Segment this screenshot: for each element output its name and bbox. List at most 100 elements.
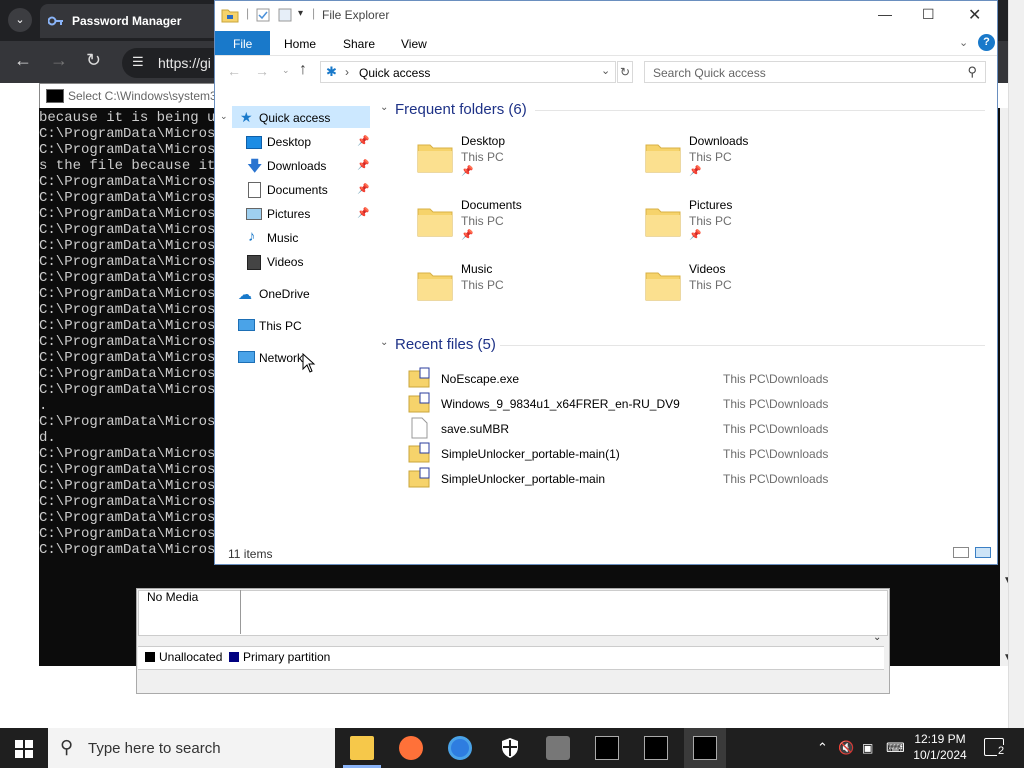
up-arrow-icon[interactable]: ↑ bbox=[299, 61, 307, 79]
new-folder-icon[interactable] bbox=[278, 8, 292, 22]
unallocated-swatch bbox=[145, 652, 155, 662]
search-icon[interactable]: ⚲ bbox=[967, 64, 977, 80]
cmd-icon bbox=[46, 89, 64, 103]
address-bar[interactable]: ✱ › Quick access ⌄ bbox=[320, 61, 616, 83]
sidebar-item-this-pc[interactable]: This PC bbox=[259, 319, 302, 333]
back-arrow-icon[interactable]: ← bbox=[14, 50, 32, 71]
clock[interactable]: 12:19 PM 10/1/2024 bbox=[910, 731, 970, 763]
recent-file-name: SimpleUnlocker_portable-main bbox=[441, 472, 606, 486]
sidebar-item-music[interactable]: Music bbox=[267, 231, 298, 245]
expand-chevron-icon[interactable]: ⌄ bbox=[220, 111, 228, 122]
forward-icon[interactable]: → bbox=[255, 63, 269, 79]
recent-file-name: SimpleUnlocker_portable-main(1) bbox=[441, 447, 620, 461]
back-icon[interactable]: ← bbox=[227, 63, 241, 79]
cmd-titlebar[interactable]: Select C:\Windows\system3 bbox=[39, 83, 221, 109]
properties-icon[interactable] bbox=[256, 8, 270, 22]
language-icon[interactable]: ⌨ bbox=[886, 740, 905, 756]
tab-view[interactable]: View bbox=[401, 37, 427, 51]
maximize-icon[interactable]: ☐ bbox=[922, 6, 935, 23]
sidebar-item-network[interactable]: Network bbox=[259, 351, 303, 365]
collapse-group-icon[interactable]: ⌄ bbox=[380, 102, 388, 113]
folder-name: Music bbox=[461, 262, 493, 276]
windows-start-icon[interactable] bbox=[15, 740, 33, 758]
address-dropdown-icon[interactable]: ⌄ bbox=[601, 64, 610, 77]
cmd-taskbar-icon[interactable] bbox=[693, 736, 717, 760]
sidebar-item-documents[interactable]: Documents bbox=[267, 183, 328, 197]
tab-home[interactable]: Home bbox=[284, 37, 316, 51]
site-settings-icon[interactable]: ☰ bbox=[132, 54, 144, 70]
sidebar-item-pictures[interactable]: Pictures bbox=[267, 207, 310, 221]
refresh-icon[interactable]: ↻ bbox=[617, 61, 633, 83]
large-icons-view-icon[interactable] bbox=[975, 547, 991, 558]
recent-file-path: This PC\Downloads bbox=[723, 422, 829, 436]
search-input[interactable]: Search Quick access ⚲ bbox=[644, 61, 986, 83]
recent-file-row[interactable]: SimpleUnlocker_portable-main This PC\Down… bbox=[402, 466, 982, 490]
file-explorer-taskbar-icon[interactable] bbox=[350, 736, 374, 760]
recent-file-name: save.suMBR bbox=[441, 422, 510, 436]
recent-file-path: This PC\Downloads bbox=[723, 372, 829, 386]
folder-tile[interactable]: Documents This PC 📌 bbox=[410, 197, 620, 251]
key-icon bbox=[48, 16, 63, 26]
security-shield-icon[interactable] bbox=[498, 736, 522, 760]
tab-file[interactable]: File bbox=[215, 31, 270, 55]
ribbon-tabs bbox=[215, 31, 997, 56]
forward-arrow-icon[interactable]: → bbox=[50, 50, 68, 71]
frequent-folders-header[interactable]: Frequent folders (6) bbox=[395, 101, 527, 118]
folder-icon bbox=[416, 201, 454, 239]
folder-name: Pictures bbox=[689, 198, 733, 212]
help-icon[interactable]: ? bbox=[978, 34, 995, 51]
reload-icon[interactable]: ↻ bbox=[86, 50, 101, 71]
folder-tile[interactable]: Downloads This PC 📌 bbox=[638, 133, 848, 187]
collapse-group-icon[interactable]: ⌄ bbox=[380, 337, 388, 348]
firefox-icon[interactable] bbox=[399, 736, 423, 760]
sidebar-item-desktop[interactable]: Desktop bbox=[267, 135, 311, 149]
close-icon[interactable]: ✕ bbox=[968, 5, 981, 25]
chrome-icon[interactable] bbox=[448, 736, 472, 760]
taskbar-search-box[interactable]: ⚲ Type here to search bbox=[48, 728, 335, 768]
primary-partition-swatch bbox=[229, 652, 239, 662]
search-icon: ⚲ bbox=[60, 737, 74, 757]
sidebar-item-videos[interactable]: Videos bbox=[267, 255, 303, 269]
cmd-taskbar-icon[interactable] bbox=[644, 736, 668, 760]
recent-file-row[interactable]: Windows_9_9834u1_x64FRER_en-RU_DV9 This P… bbox=[402, 391, 982, 415]
chevron-down-icon[interactable]: ⌄ bbox=[873, 632, 881, 643]
chevron-up-icon[interactable]: ⌃ bbox=[817, 740, 828, 756]
volume-muted-icon[interactable]: 🔇 bbox=[838, 740, 854, 756]
recent-file-name: NoEscape.exe bbox=[441, 372, 520, 386]
folder-tile[interactable]: Pictures This PC 📌 bbox=[638, 197, 848, 251]
details-view-icon[interactable] bbox=[953, 547, 969, 558]
breadcrumb-chevron-icon[interactable]: › bbox=[345, 65, 349, 79]
music-note-icon: ♪ bbox=[248, 228, 256, 245]
expand-ribbon-icon[interactable]: ⌄ bbox=[959, 36, 968, 49]
customize-toolbar-icon[interactable]: ▾ bbox=[298, 8, 303, 19]
archive-icon bbox=[408, 442, 430, 464]
computer-icon bbox=[238, 319, 255, 331]
browser-tab[interactable]: Password Manager bbox=[40, 4, 220, 38]
folder-tile[interactable]: Desktop This PC 📌 bbox=[410, 133, 620, 187]
window-title: File Explorer bbox=[322, 8, 390, 22]
disk-management-icon[interactable] bbox=[546, 736, 570, 760]
minimize-icon[interactable]: — bbox=[878, 6, 892, 22]
folder-icon bbox=[644, 137, 682, 175]
network-tray-icon[interactable]: ▣ bbox=[862, 741, 873, 755]
desktop-scrollbar[interactable] bbox=[1008, 0, 1024, 728]
star-icon: ★ bbox=[240, 109, 253, 125]
tab-share[interactable]: Share bbox=[343, 37, 375, 51]
pictures-icon bbox=[246, 208, 262, 220]
sidebar-item-onedrive[interactable]: OneDrive bbox=[259, 287, 310, 301]
tab-list-dropdown-icon[interactable]: ⌄ bbox=[8, 8, 32, 32]
sidebar-item-downloads[interactable]: Downloads bbox=[267, 159, 326, 173]
folder-location: This PC bbox=[689, 150, 732, 164]
sidebar-item-quick-access[interactable]: Quick access bbox=[259, 111, 330, 125]
notification-icon[interactable]: 2 bbox=[984, 738, 1006, 757]
folder-tile[interactable]: Music This PC bbox=[410, 261, 620, 315]
recent-files-header[interactable]: Recent files (5) bbox=[395, 336, 496, 353]
recent-locations-icon[interactable]: ⌄ bbox=[282, 65, 290, 76]
folder-location: This PC bbox=[689, 214, 732, 228]
recent-file-row[interactable]: save.suMBR This PC\Downloads bbox=[402, 416, 982, 440]
recent-file-row[interactable]: NoEscape.exe This PC\Downloads bbox=[402, 366, 982, 390]
folder-tile[interactable]: Videos This PC bbox=[638, 261, 848, 315]
cmd-taskbar-icon[interactable] bbox=[595, 736, 619, 760]
recent-file-row[interactable]: SimpleUnlocker_portable-main(1) This PC\D… bbox=[402, 441, 982, 465]
pin-icon: 📌 bbox=[357, 136, 370, 147]
